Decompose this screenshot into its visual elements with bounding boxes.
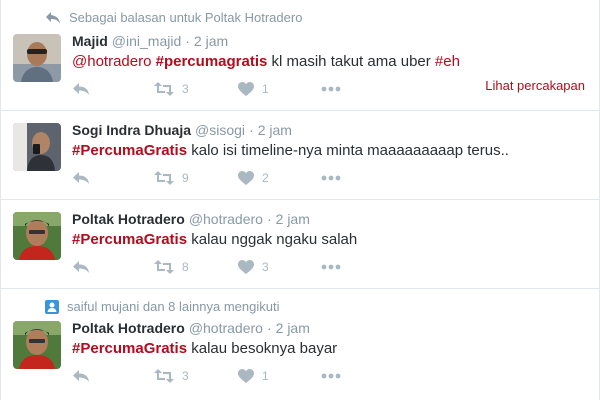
follow-icon — [45, 299, 59, 314]
tweet-text: #PercumaGratis kalau besoknya bayar — [72, 340, 337, 357]
timestamp[interactable]: 2 jam — [258, 122, 292, 138]
mention-link[interactable]: @hotradero — [72, 53, 151, 70]
hashtag-link[interactable]: #PercumaGratis — [72, 340, 187, 357]
tweet-context: saiful mujani dan 8 lainnya mengikuti — [45, 299, 279, 314]
text-span: kalau nggak ngaku salah — [187, 231, 358, 248]
more-options-button[interactable] — [321, 175, 341, 181]
tweet-text: #PercumaGratis kalau nggak ngaku salah — [72, 231, 357, 248]
like-button[interactable]: 1 — [238, 369, 321, 383]
more-dots-icon — [321, 175, 341, 181]
retweet-count: 3 — [182, 82, 189, 96]
tweet-card[interactable]: saiful mujani dan 8 lainnya mengikuti Po… — [1, 289, 599, 400]
text-span: kl masih takut ama uber — [267, 53, 435, 70]
retweet-icon — [154, 82, 174, 96]
tweet-context: Sebagai balasan untuk Poltak Hotradero — [45, 10, 302, 25]
tweet-card[interactable]: Sebagai balasan untuk Poltak Hotradero M… — [1, 0, 599, 111]
avatar[interactable] — [13, 212, 61, 260]
display-name[interactable]: Poltak Hotradero — [72, 211, 185, 227]
display-name[interactable]: Majid — [72, 33, 108, 49]
user-handle[interactable]: @ini_majid — [112, 33, 181, 49]
hashtag-link[interactable]: #eh — [435, 53, 460, 70]
reply-icon — [73, 261, 89, 273]
timestamp[interactable]: 2 jam — [276, 211, 310, 227]
tweet-actions: 3 1 — [72, 79, 341, 99]
tweet-card[interactable]: Sogi Indra Dhuaja @sisogi · 2 jam #Percu… — [1, 111, 599, 200]
like-button[interactable]: 3 — [238, 260, 321, 274]
more-dots-icon — [321, 86, 341, 92]
avatar[interactable] — [13, 321, 61, 369]
tweet-actions: 9 2 — [72, 168, 341, 188]
retweet-icon — [154, 369, 174, 383]
reply-icon — [73, 370, 89, 382]
like-count: 1 — [262, 369, 269, 383]
heart-icon — [238, 260, 254, 274]
like-button[interactable]: 1 — [238, 82, 321, 96]
context-text: Sebagai balasan untuk Poltak Hotradero — [69, 10, 303, 25]
text-span: kalo isi timeline-nya minta maaaaaaaaap … — [187, 142, 509, 159]
hashtag-link[interactable]: #PercumaGratis — [72, 231, 187, 248]
retweet-button[interactable]: 3 — [154, 369, 238, 383]
avatar[interactable] — [13, 34, 61, 82]
more-options-button[interactable] — [321, 264, 341, 270]
text-span: kalau besoknya bayar — [187, 340, 338, 357]
like-button[interactable]: 2 — [238, 171, 321, 185]
hashtag-link[interactable]: #PercumaGratis — [72, 142, 187, 159]
user-handle[interactable]: @sisogi — [195, 122, 245, 138]
retweet-button[interactable]: 8 — [154, 260, 238, 274]
tweet-header: Majid @ini_majid · 2 jam — [72, 33, 228, 49]
reply-button[interactable] — [72, 171, 154, 185]
retweet-icon — [154, 260, 174, 274]
more-dots-icon — [321, 264, 341, 270]
retweet-count: 8 — [182, 260, 189, 274]
display-name[interactable]: Sogi Indra Dhuaja — [72, 122, 191, 138]
reply-icon — [73, 83, 89, 95]
hashtag-link[interactable]: #percumagratis — [156, 53, 268, 70]
separator: · — [249, 122, 254, 138]
context-text: saiful mujani dan 8 lainnya mengikuti — [67, 299, 280, 314]
reply-button[interactable] — [72, 260, 154, 274]
separator: · — [266, 211, 272, 227]
tweet-header: Poltak Hotradero @hotradero · 2 jam — [72, 211, 310, 227]
heart-icon — [238, 82, 254, 96]
view-conversation-link[interactable]: Lihat percakapan — [485, 78, 585, 93]
retweet-button[interactable]: 9 — [154, 171, 238, 185]
separator: · — [185, 33, 190, 49]
tweet-text: @hotradero #percumagratis kl masih takut… — [72, 53, 460, 70]
avatar[interactable] — [13, 123, 61, 171]
tweet-text: #PercumaGratis kalo isi timeline-nya min… — [72, 142, 509, 159]
reply-button[interactable] — [72, 82, 154, 96]
timestamp[interactable]: 2 jam — [276, 320, 310, 336]
retweet-icon — [154, 171, 174, 185]
tweet-card[interactable]: Poltak Hotradero @hotradero · 2 jam #Per… — [1, 200, 599, 289]
tweet-actions: 3 1 — [72, 366, 341, 386]
reply-arrow-icon — [46, 11, 60, 24]
like-count: 2 — [262, 171, 269, 185]
retweet-count: 9 — [182, 171, 189, 185]
more-options-button[interactable] — [321, 86, 341, 92]
like-count: 3 — [262, 260, 269, 274]
timestamp[interactable]: 2 jam — [194, 33, 228, 49]
like-count: 1 — [262, 82, 269, 96]
heart-icon — [238, 171, 254, 185]
tweet-header: Poltak Hotradero @hotradero · 2 jam — [72, 320, 310, 336]
tweet-header: Sogi Indra Dhuaja @sisogi · 2 jam — [72, 122, 292, 138]
separator: · — [266, 320, 272, 336]
reply-icon — [73, 172, 89, 184]
retweet-count: 3 — [182, 369, 189, 383]
retweet-button[interactable]: 3 — [154, 82, 238, 96]
more-dots-icon — [321, 373, 341, 379]
more-options-button[interactable] — [321, 373, 341, 379]
display-name[interactable]: Poltak Hotradero — [72, 320, 185, 336]
heart-icon — [238, 369, 254, 383]
user-handle[interactable]: @hotradero — [189, 211, 263, 227]
reply-button[interactable] — [72, 369, 154, 383]
tweet-actions: 8 3 — [72, 257, 341, 277]
tweet-timeline: Sebagai balasan untuk Poltak Hotradero M… — [0, 0, 600, 400]
user-handle[interactable]: @hotradero — [189, 320, 263, 336]
